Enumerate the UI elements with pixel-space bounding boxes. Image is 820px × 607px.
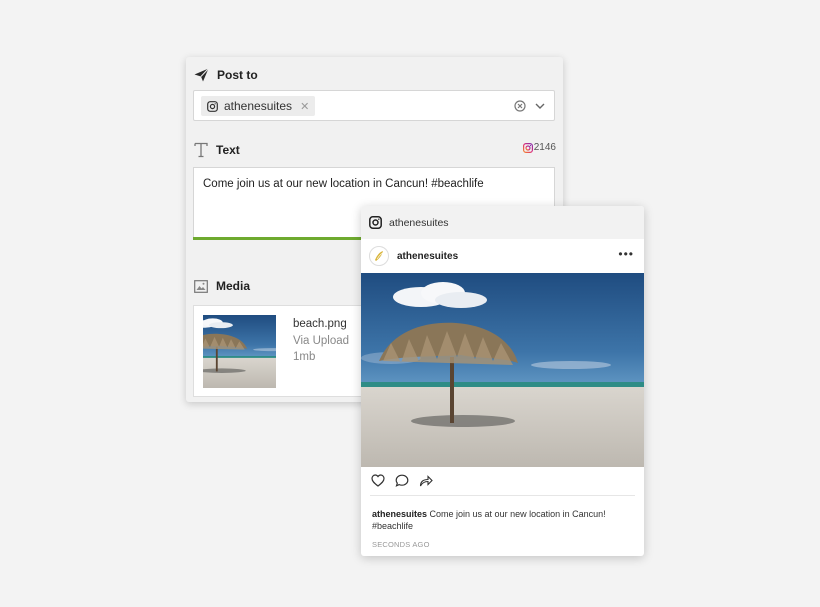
account-select[interactable]: athenesuites ✕ <box>193 90 555 121</box>
remove-account-icon[interactable]: ✕ <box>300 100 309 113</box>
caption-username[interactable]: athenesuites <box>372 509 427 519</box>
account-chip: athenesuites ✕ <box>201 96 316 116</box>
instagram-icon <box>522 142 533 153</box>
post-image <box>361 273 644 467</box>
clear-selection-icon[interactable] <box>514 100 526 112</box>
text-header: Text <box>194 138 240 162</box>
media-file-name: beach.png <box>293 318 347 330</box>
instagram-preview: athenesuites athenesuites ••• athenesuit… <box>361 206 644 556</box>
text-label: Text <box>216 143 240 157</box>
text-t-icon <box>194 142 208 158</box>
instagram-icon <box>207 100 218 112</box>
media-file-size: 1mb <box>293 351 316 363</box>
post-text-value: Come join us at our new location in Canc… <box>203 178 484 190</box>
media-thumbnail <box>203 315 276 388</box>
heart-icon[interactable] <box>371 474 385 487</box>
instagram-icon <box>369 216 382 229</box>
post-caption: athenesuites Come join us at our new loc… <box>372 508 632 532</box>
media-label: Media <box>216 279 251 293</box>
character-count: 2146 <box>522 142 556 153</box>
media-header: Media <box>194 274 250 298</box>
divider <box>370 495 635 496</box>
media-file-source: Via Upload <box>293 335 350 347</box>
post-actions <box>371 474 433 487</box>
share-icon[interactable] <box>419 474 433 487</box>
post-username[interactable]: athenesuites <box>397 251 458 262</box>
comment-icon[interactable] <box>395 474 409 487</box>
post-header: athenesuites ••• <box>361 239 644 273</box>
post-to-label: Post to <box>217 68 258 82</box>
preview-header: athenesuites <box>361 206 644 239</box>
chevron-down-icon[interactable] <box>534 100 546 112</box>
paper-plane-icon <box>194 68 209 82</box>
post-timestamp: SECONDS AGO <box>372 540 430 549</box>
image-icon <box>194 279 208 293</box>
account-chip-label: athenesuites <box>224 99 293 113</box>
more-options-button[interactable]: ••• <box>618 248 634 260</box>
character-count-value: 2146 <box>533 142 556 153</box>
post-to-header: Post to <box>194 63 258 87</box>
avatar <box>369 246 389 266</box>
preview-account-name: athenesuites <box>389 216 449 229</box>
